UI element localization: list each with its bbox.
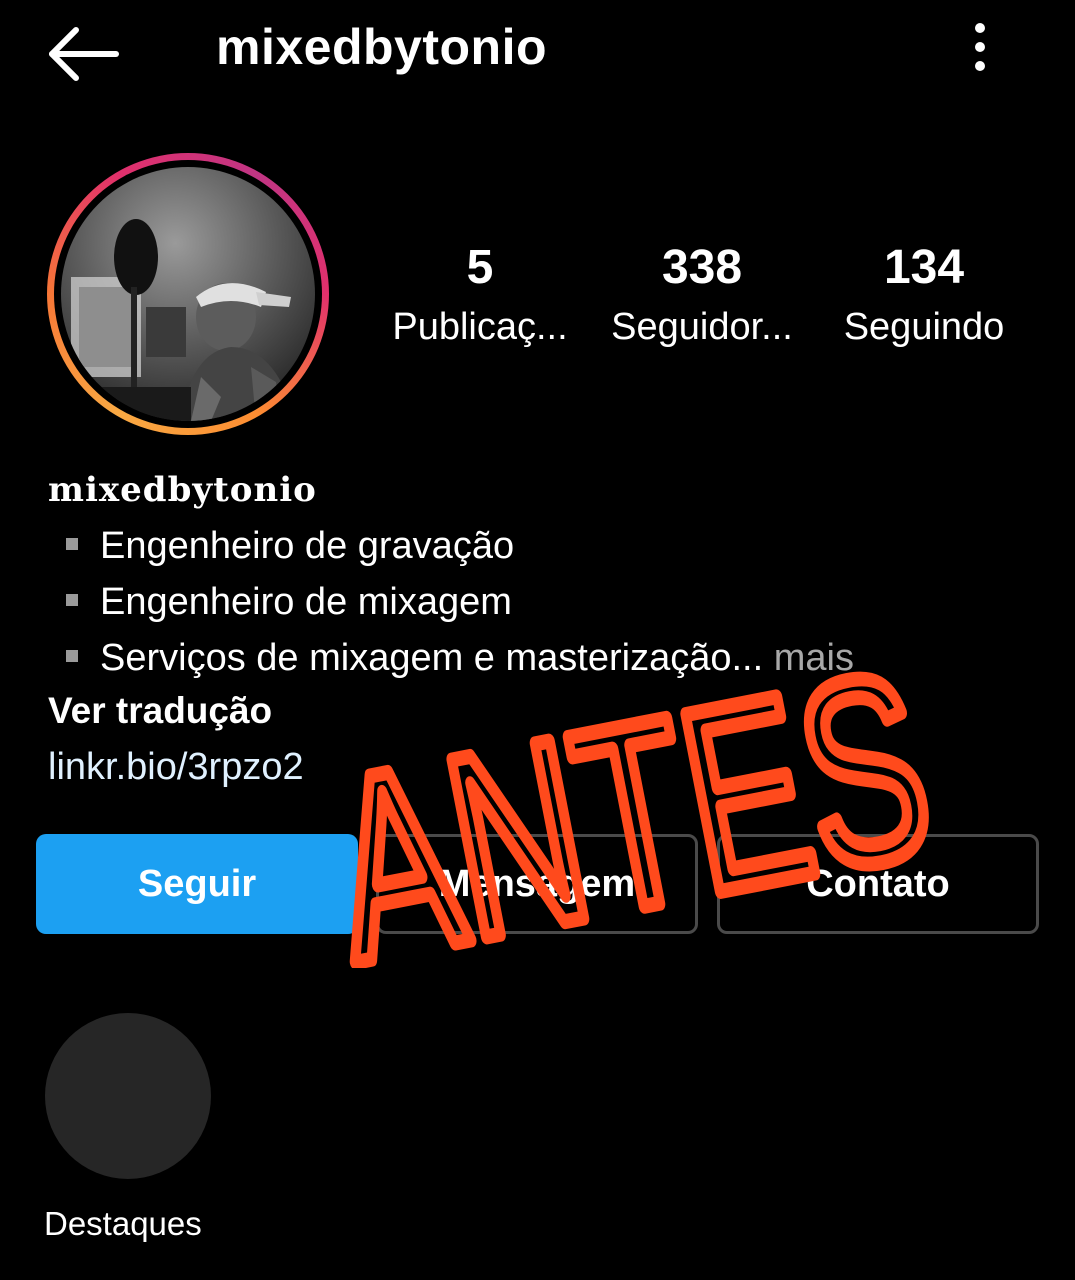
bullet-icon — [66, 537, 78, 550]
bio-website-link[interactable]: linkr.bio/3rpzo2 — [48, 746, 304, 789]
bio-text: Engenheiro de mixagem — [100, 581, 512, 623]
bio-more-link[interactable]: mais — [763, 637, 854, 679]
bio-line: Engenheiro de gravação — [66, 521, 514, 571]
followers-label: Seguidor... — [611, 306, 793, 348]
following-count: 134 — [883, 241, 965, 294]
bio-text: Serviços de mixagem e masterização... — [100, 637, 764, 679]
display-name: mixedbytonio — [48, 470, 317, 510]
avatar-ring-gap — [54, 160, 322, 428]
highlights-label: Destaques — [44, 1205, 202, 1242]
bullet-icon — [66, 649, 78, 662]
message-button[interactable]: Mensagem — [376, 834, 698, 934]
follow-button[interactable]: Seguir — [36, 834, 358, 934]
more-vertical-icon — [975, 23, 985, 71]
contact-button[interactable]: Contato — [717, 834, 1039, 934]
back-button[interactable] — [44, 24, 124, 84]
stat-followers[interactable]: 338 Seguidor... — [602, 238, 802, 352]
top-bar: mixedbytonio — [0, 0, 1075, 110]
bio-line: Engenheiro de mixagem — [66, 577, 512, 627]
followers-count: 338 — [661, 241, 743, 294]
arrow-left-icon — [49, 27, 119, 81]
highlight-circle[interactable] — [45, 1013, 211, 1179]
avatar — [61, 167, 315, 421]
bio-line: Serviços de mixagem e masterização... ma… — [66, 633, 854, 683]
more-options-button[interactable] — [960, 18, 1000, 78]
bio-text: Engenheiro de gravação — [100, 525, 515, 567]
profile-screen: mixedbytonio 5 Publicaç... 338 Seguidor.… — [0, 0, 1075, 1280]
stat-following[interactable]: 134 Seguindo — [824, 238, 1024, 352]
posts-count: 5 — [466, 241, 494, 294]
bullet-icon — [66, 593, 78, 606]
stat-posts[interactable]: 5 Publicaç... — [382, 238, 578, 352]
posts-label: Publicaç... — [392, 306, 568, 348]
avatar-story-ring[interactable] — [47, 153, 329, 435]
see-translation-link[interactable]: Ver tradução — [48, 690, 272, 732]
following-label: Seguindo — [843, 306, 1005, 348]
page-title: mixedbytonio — [216, 19, 548, 75]
